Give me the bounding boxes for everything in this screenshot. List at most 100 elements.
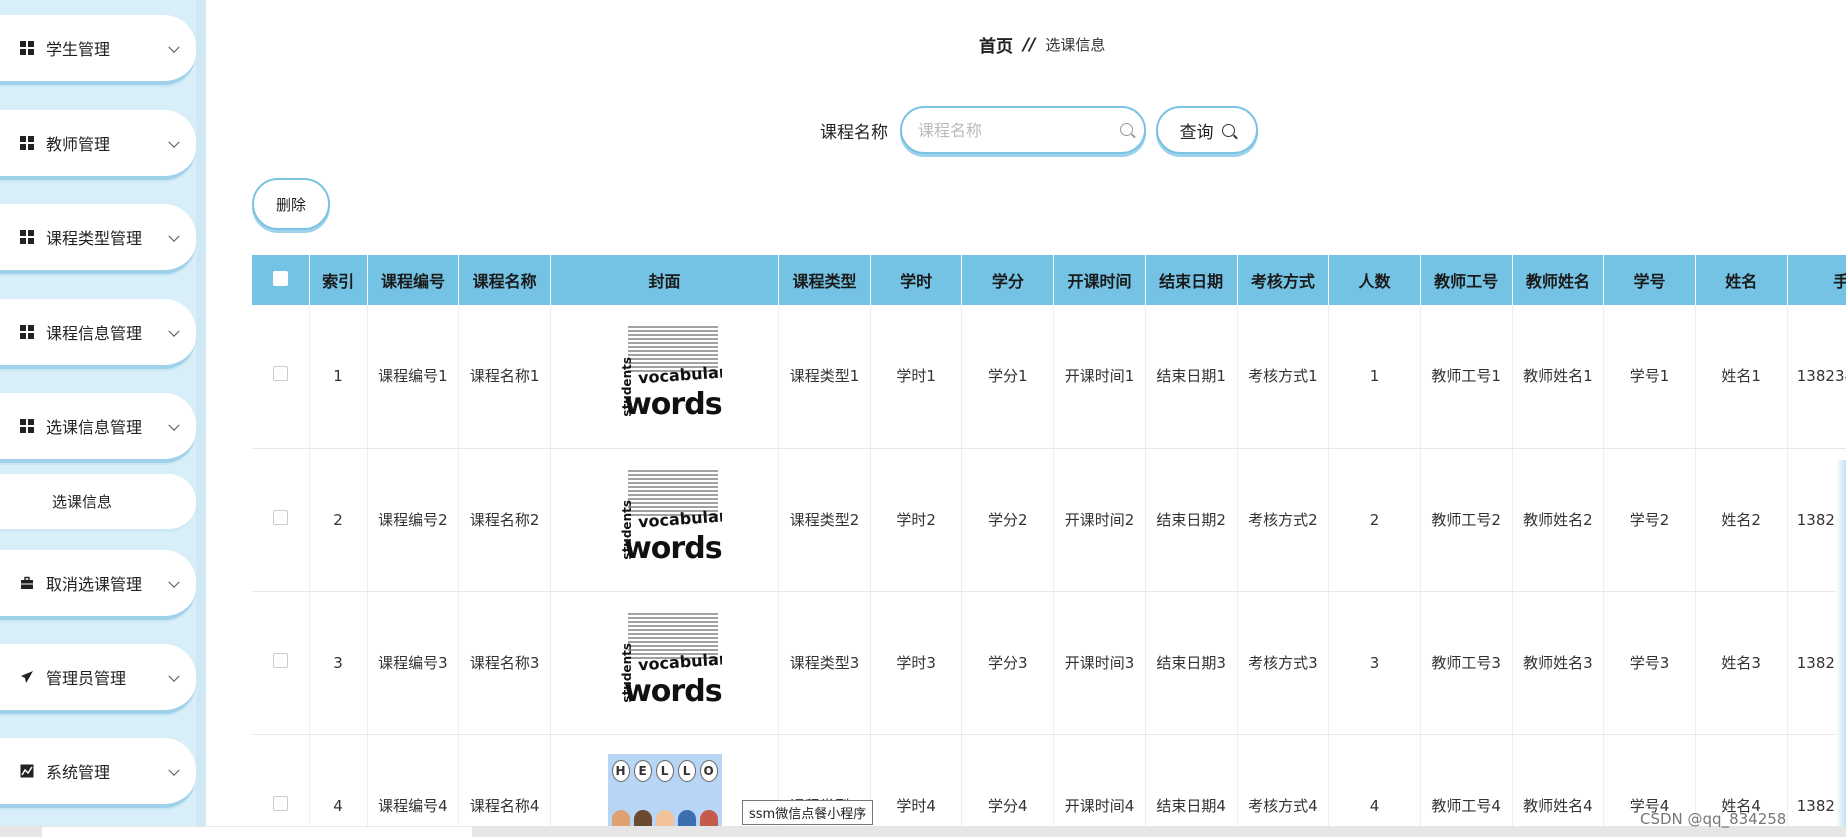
word-cloud: students vocabulary words: [608, 324, 722, 420]
column-header: 结束日期: [1145, 255, 1238, 305]
hello-letter: L: [677, 759, 696, 782]
table-row: 4 课程编号4 课程名称4 H E L L O 学时4 学分4 开课时间4 结束…: [252, 734, 1846, 837]
word-cloud: students vocabulary words: [608, 611, 722, 707]
cell-start: 开课时间1: [1053, 305, 1146, 449]
column-header: 学号: [1603, 255, 1696, 305]
cell-name: 姓名1: [1695, 305, 1788, 449]
cell-course-name: 课程名称3: [458, 591, 551, 735]
cell-course-name: 课程名称4: [458, 734, 551, 837]
cell-exam: 考核方式2: [1237, 448, 1330, 592]
column-header: 手机: [1787, 255, 1846, 305]
chevron-down-icon: [168, 325, 180, 337]
cell-course-name: 课程名称2: [458, 448, 551, 592]
table-row: 2 课程编号2 课程名称2 students vocabulary words …: [252, 448, 1846, 592]
cell-cover: students vocabulary words: [550, 448, 780, 592]
sidebar-item-label: 系统管理: [46, 763, 111, 782]
cell-index: 2: [309, 448, 368, 592]
chevron-down-icon: [168, 41, 180, 53]
cell-index: 3: [309, 591, 368, 735]
row-checkbox[interactable]: [272, 795, 288, 811]
breadcrumb-home[interactable]: 首页: [979, 32, 1013, 57]
column-header: 姓名: [1695, 255, 1788, 305]
sidebar-item-label: 课程类型管理: [46, 229, 143, 248]
cell-course-type: 课程类型1: [778, 305, 871, 449]
cell-teacher-no: 教师工号3: [1420, 591, 1513, 735]
query-button-label: 查询: [1179, 122, 1214, 143]
sidebar-item-students[interactable]: 学生管理: [0, 15, 196, 85]
briefcase-icon: [20, 576, 34, 590]
query-button[interactable]: 查询: [1156, 106, 1258, 154]
cell-end: 结束日期2: [1145, 448, 1238, 592]
select-all-checkbox[interactable]: [272, 270, 288, 286]
sidebar-item-course-info[interactable]: 课程信息管理: [0, 299, 196, 369]
sidebar-item-selection-info[interactable]: 选课信息管理: [0, 393, 196, 463]
chevron-down-icon: [168, 136, 180, 148]
cell-exam: 考核方式1: [1237, 305, 1330, 449]
column-header: 人数: [1328, 255, 1421, 305]
cell-course-no: 课程编号2: [367, 448, 460, 592]
word-cloud-big: words: [624, 673, 722, 707]
delete-button[interactable]: 删除: [252, 178, 330, 230]
cell-teacher-name: 教师姓名1: [1512, 305, 1605, 449]
cell-hours: 学时2: [870, 448, 963, 592]
cell-credit: 学分1: [961, 305, 1055, 449]
word-cloud: students vocabulary words: [608, 468, 722, 564]
cell-teacher-no: 教师工号4: [1420, 734, 1513, 837]
row-select-cell: [252, 305, 310, 449]
cover-image-vocabulary-words: students vocabulary words: [607, 324, 722, 421]
search-icon: [1120, 123, 1133, 136]
sidebar-item-cancel-selection[interactable]: 取消选课管理: [0, 550, 196, 620]
sidebar-item-admins[interactable]: 管理员管理: [0, 644, 196, 714]
sidebar-subitem-label: 选课信息: [52, 493, 113, 511]
chevron-down-icon: [168, 419, 180, 431]
cell-start: 开课时间2: [1053, 448, 1146, 592]
cover-image-hello-kids: H E L L O: [607, 753, 722, 837]
cell-end: 结束日期3: [1145, 591, 1238, 735]
delete-button-label: 删除: [275, 195, 306, 214]
row-select-cell: [252, 591, 310, 735]
cell-hours: 学时4: [870, 734, 963, 837]
cell-cover: students vocabulary words: [550, 591, 780, 735]
taskbar-segment: [42, 827, 472, 837]
sidebar-item-label: 课程信息管理: [46, 324, 143, 343]
cell-end: 结束日期1: [1145, 305, 1238, 449]
cover-image-vocabulary-words: students vocabulary words: [607, 610, 722, 707]
cover-image-vocabulary-words: students vocabulary words: [607, 467, 722, 564]
row-select-cell: [252, 448, 310, 592]
search-input[interactable]: [918, 120, 1108, 140]
chevron-down-icon: [168, 670, 180, 682]
breadcrumb-separator: //: [1023, 34, 1036, 55]
row-checkbox[interactable]: [272, 366, 288, 382]
cell-count: 4: [1328, 734, 1421, 837]
sidebar-item-label: 管理员管理: [46, 669, 127, 688]
hello-letter: O: [699, 759, 718, 782]
cell-teacher-no: 教师工号1: [1420, 305, 1513, 449]
sidebar-item-system[interactable]: 系统管理: [0, 738, 196, 808]
cell-course-name: 课程名称1: [458, 305, 551, 449]
breadcrumb-current: 选课信息: [1045, 36, 1106, 54]
breadcrumb: 首页 // 选课信息: [979, 32, 1106, 58]
sidebar-item-teachers[interactable]: 教师管理: [0, 110, 196, 180]
sidebar-item-course-types[interactable]: 课程类型管理: [0, 204, 196, 274]
column-header: 课程名称: [458, 255, 551, 305]
row-checkbox[interactable]: [272, 652, 288, 668]
column-header: 课程类型: [778, 255, 871, 305]
cell-student-no: 学号1: [1603, 305, 1696, 449]
row-checkbox[interactable]: [272, 509, 288, 525]
watermark: CSDN @qq_834258: [1640, 810, 1787, 828]
grid-icon: [20, 419, 34, 433]
cell-count: 2: [1328, 448, 1421, 592]
cell-exam: 考核方式3: [1237, 591, 1330, 735]
table-row: 1 课程编号1 课程名称1 students vocabulary words …: [252, 305, 1846, 449]
tooltip: ssm微信点餐小程序: [742, 800, 874, 825]
cell-teacher-name: 教师姓名3: [1512, 591, 1605, 735]
cell-end: 结束日期4: [1145, 734, 1238, 837]
table-row: 3 课程编号3 课程名称3 students vocabulary words …: [252, 591, 1846, 735]
sidebar-subitem-selection-info[interactable]: 选课信息: [0, 474, 196, 532]
sidebar-scroll-edge: [196, 0, 206, 837]
right-scroll-edge: [1836, 460, 1846, 837]
sidebar-item-label: 教师管理: [46, 135, 111, 154]
cell-course-type: 课程类型2: [778, 448, 871, 592]
cell-student-no: 学号3: [1603, 591, 1696, 735]
cell-index: 1: [309, 305, 368, 449]
